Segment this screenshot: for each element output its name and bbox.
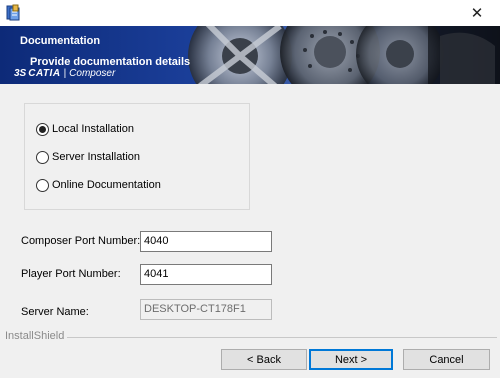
composer-port-label: Composer Port Number:	[21, 235, 141, 247]
radio-label: Local Installation	[52, 123, 134, 135]
radio-button[interactable]	[36, 122, 49, 136]
composer-port-input[interactable]: 4040	[140, 231, 272, 252]
title-bar: ✕	[0, 0, 500, 26]
brand-logo: 3S CATIA | Composer	[14, 68, 115, 79]
brand-name: CATIA	[28, 68, 61, 79]
banner-subtitle: Provide documentation details	[30, 56, 191, 68]
radio-online-documentation[interactable]: Online Documentation	[36, 177, 161, 193]
server-name-input: DESKTOP-CT178F1	[140, 299, 272, 320]
radio-label: Online Documentation	[52, 179, 161, 191]
brand-product: Composer	[69, 68, 116, 79]
installer-icon	[5, 4, 23, 22]
documentation-options-group: Local Installation Server Installation O…	[24, 103, 250, 210]
ds-logo-mark: 3S	[14, 68, 27, 79]
close-icon: ✕	[470, 5, 484, 22]
radio-button[interactable]	[36, 178, 49, 192]
brand-separator: |	[63, 68, 67, 79]
footer-divider	[67, 337, 497, 338]
radio-server-installation[interactable]: Server Installation	[36, 149, 140, 165]
radio-label: Server Installation	[52, 151, 141, 163]
next-button[interactable]: Next >	[309, 349, 393, 370]
installshield-label: InstallShield	[5, 330, 65, 342]
radio-button[interactable]	[36, 150, 49, 164]
player-port-input[interactable]: 4041	[140, 264, 272, 285]
header-banner: Documentation Provide documentation deta…	[0, 26, 500, 84]
server-name-label: Server Name:	[21, 306, 89, 318]
radio-selected-dot	[39, 125, 46, 133]
back-button[interactable]: < Back	[221, 349, 307, 370]
close-button[interactable]: ✕	[454, 0, 500, 26]
player-port-label: Player Port Number:	[21, 268, 121, 280]
cancel-button[interactable]: Cancel	[403, 349, 490, 370]
banner-title: Documentation	[20, 35, 101, 47]
radio-local-installation[interactable]: Local Installation	[36, 121, 134, 137]
